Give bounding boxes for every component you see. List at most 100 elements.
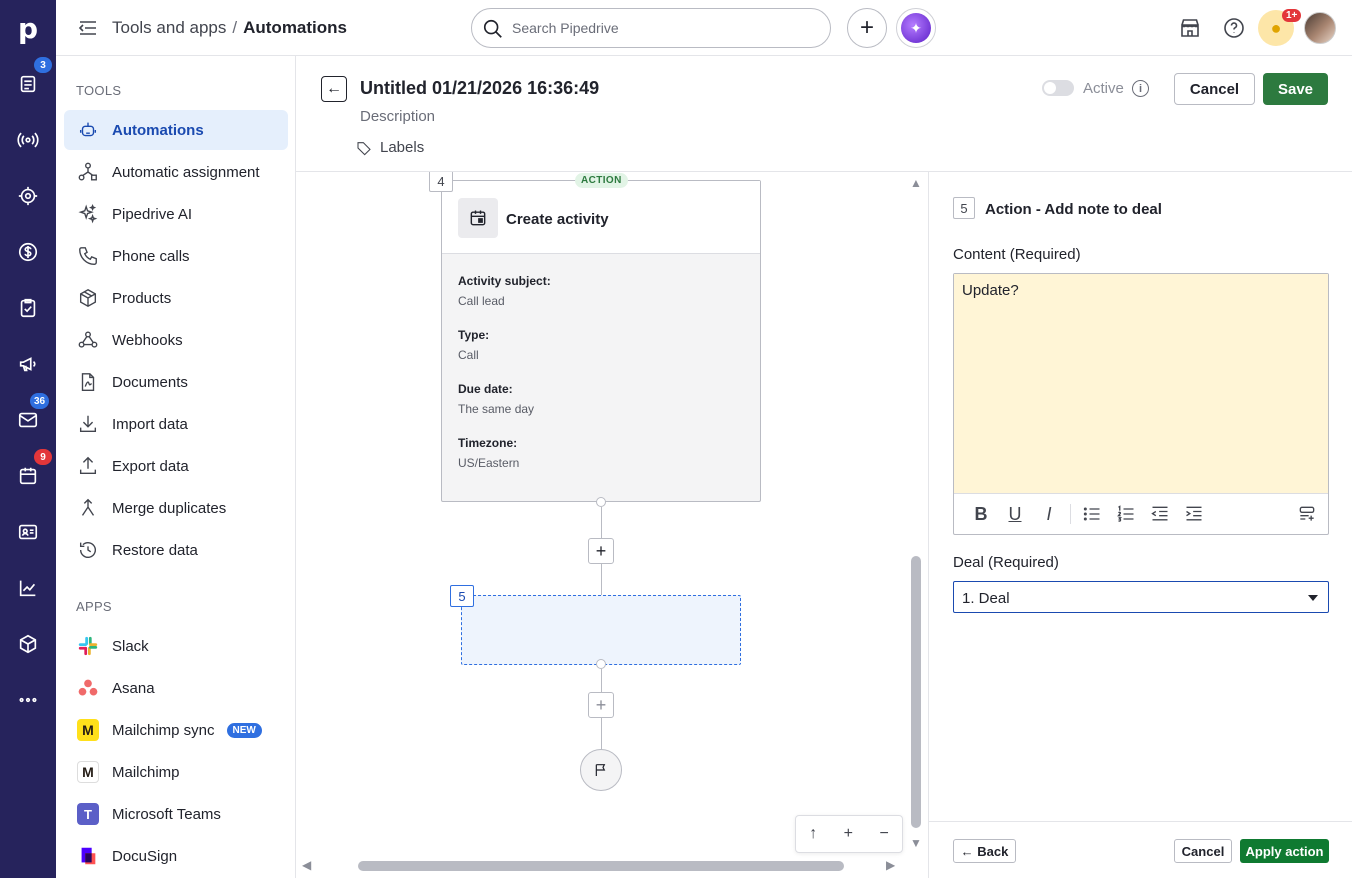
breadcrumb-current: Automations bbox=[243, 18, 347, 37]
megaphone-icon bbox=[19, 357, 36, 372]
sidebar-item-mailchimp[interactable]: M Mailchimp bbox=[64, 752, 288, 792]
sidebar-item-phone-calls[interactable]: Phone calls bbox=[64, 236, 288, 276]
sidebar-item-documents[interactable]: Documents bbox=[64, 362, 288, 402]
sidebar-item-webhooks[interactable]: Webhooks bbox=[64, 320, 288, 360]
mail-nav[interactable] bbox=[0, 400, 56, 440]
sidebar-item-import-data[interactable]: Import data bbox=[64, 404, 288, 444]
save-button[interactable]: Save bbox=[1263, 73, 1328, 105]
sidebar-item-export-data[interactable]: Export data bbox=[64, 446, 288, 486]
sidebar-item-slack[interactable]: Slack bbox=[64, 626, 288, 666]
scroll-thumb[interactable] bbox=[358, 861, 844, 871]
sidebar-item-automations[interactable]: Automations bbox=[64, 110, 288, 150]
connector-line bbox=[601, 718, 602, 750]
panel-cancel-button[interactable]: Cancel bbox=[1174, 839, 1232, 863]
more-nav[interactable] bbox=[0, 680, 56, 720]
workflow-canvas[interactable]: Create activity Activity subject: Call l… bbox=[296, 172, 928, 878]
sidebar-item-automatic-assignment[interactable]: Automatic assignment bbox=[64, 152, 288, 192]
sidebar-item-microsoft-teams[interactable]: T Microsoft Teams bbox=[64, 794, 288, 834]
cancel-button[interactable]: Cancel bbox=[1174, 73, 1255, 105]
active-toggle[interactable] bbox=[1042, 80, 1074, 96]
ai-sparkle-icon: ✦ bbox=[901, 13, 931, 43]
add-step-button[interactable]: + bbox=[588, 692, 614, 718]
connector-dot bbox=[596, 497, 606, 507]
insert-field-button[interactable] bbox=[1290, 499, 1324, 529]
back-button[interactable]: ← bbox=[321, 76, 347, 102]
sidebar-item-restore-data[interactable]: Restore data bbox=[64, 530, 288, 570]
info-icon[interactable]: i bbox=[1132, 80, 1149, 97]
sidebar-item-merge-duplicates[interactable]: Merge duplicates bbox=[64, 488, 288, 528]
sidebar-item-pipedrive-ai[interactable]: Pipedrive AI bbox=[64, 194, 288, 234]
bold-button[interactable]: B bbox=[964, 499, 998, 529]
sidebar-item-products[interactable]: Products bbox=[64, 278, 288, 318]
focus-nav[interactable] bbox=[0, 176, 56, 216]
numbered-list-icon bbox=[1117, 505, 1134, 522]
campaigns-live-nav[interactable] bbox=[0, 120, 56, 160]
field-value: Call bbox=[458, 348, 479, 362]
pipedrive-logo[interactable]: p bbox=[0, 0, 56, 56]
insights-nav[interactable] bbox=[0, 568, 56, 608]
campaigns-nav[interactable] bbox=[0, 344, 56, 384]
bullet-list-button[interactable] bbox=[1075, 499, 1109, 529]
user-avatar[interactable] bbox=[1304, 12, 1336, 44]
automation-title[interactable]: Untitled 01/21/2026 16:36:49 bbox=[360, 78, 599, 99]
deals-nav[interactable] bbox=[0, 232, 56, 272]
step-placeholder-5[interactable] bbox=[461, 595, 741, 665]
scroll-right-icon[interactable]: ▶ bbox=[886, 858, 895, 872]
outdent-button[interactable] bbox=[1143, 499, 1177, 529]
search-input[interactable]: Search Pipedrive bbox=[471, 8, 831, 48]
indent-button[interactable] bbox=[1177, 499, 1211, 529]
collapse-menu-icon[interactable] bbox=[78, 18, 98, 38]
content-textarea[interactable]: Update? bbox=[954, 274, 1328, 494]
bold-icon: B bbox=[974, 503, 988, 524]
ai-assistant-button[interactable]: ✦ bbox=[896, 8, 936, 48]
labels-button[interactable]: Labels bbox=[356, 139, 424, 156]
sidebar-item-mailchimp-sync[interactable]: M Mailchimp sync NEW bbox=[64, 710, 288, 750]
help-button[interactable] bbox=[1222, 16, 1246, 40]
export-icon bbox=[76, 454, 100, 478]
asana-icon bbox=[76, 676, 100, 700]
numbered-list-button[interactable] bbox=[1109, 499, 1143, 529]
bullet-list-icon bbox=[1083, 507, 1100, 521]
action-tag: ACTION bbox=[575, 173, 628, 188]
caret-down-icon bbox=[1308, 595, 1318, 601]
contacts-nav[interactable] bbox=[0, 512, 56, 552]
zoom-out-button[interactable]: − bbox=[879, 825, 888, 843]
zoom-in-button[interactable]: + bbox=[844, 825, 853, 843]
indent-icon bbox=[1186, 506, 1202, 521]
quick-add-button[interactable]: + bbox=[847, 8, 887, 48]
content-editor[interactable]: Update? B U I bbox=[953, 273, 1329, 535]
products-nav[interactable] bbox=[0, 624, 56, 664]
canvas-horizontal-scrollbar[interactable]: ◀ ▶ bbox=[302, 858, 902, 874]
tasks-nav[interactable] bbox=[0, 288, 56, 328]
scroll-up-icon[interactable]: ▲ bbox=[910, 176, 922, 190]
reset-view-button[interactable]: ↑ bbox=[809, 825, 817, 843]
canvas-vertical-scrollbar[interactable]: ▲ ▼ bbox=[908, 172, 924, 862]
step-card-title: Create activity bbox=[506, 211, 609, 228]
sidebar-item-asana[interactable]: Asana bbox=[64, 668, 288, 708]
sidebar-item-label: Asana bbox=[112, 679, 155, 697]
connector-dot bbox=[596, 659, 606, 669]
breadcrumb: Tools and apps / Automations bbox=[112, 18, 347, 38]
apply-action-button[interactable]: Apply action bbox=[1240, 839, 1329, 863]
scroll-thumb[interactable] bbox=[911, 556, 921, 828]
scroll-left-icon[interactable]: ◀ bbox=[302, 858, 311, 872]
panel-back-button[interactable]: ← Back bbox=[953, 839, 1016, 863]
step-card-create-activity[interactable]: Create activity Activity subject: Call l… bbox=[441, 180, 761, 502]
underline-button[interactable]: U bbox=[998, 499, 1032, 529]
top-bar: Tools and apps / Automations Search Pipedr… bbox=[56, 0, 1352, 56]
marketplace-button[interactable] bbox=[1178, 16, 1202, 40]
italic-button[interactable]: I bbox=[1032, 499, 1066, 529]
breadcrumb-parent[interactable]: Tools and apps bbox=[112, 18, 226, 37]
add-step-button[interactable]: + bbox=[588, 538, 614, 564]
help-icon bbox=[1224, 18, 1244, 38]
field-label: Timezone: bbox=[458, 436, 518, 450]
sidebar-item-label: Mailchimp sync bbox=[112, 721, 215, 739]
active-label: Active bbox=[1083, 80, 1124, 97]
tools-sidebar: TOOLS Automations Automatic assignment P… bbox=[56, 56, 296, 878]
sidebar-item-docusign[interactable]: DocuSign bbox=[64, 836, 288, 876]
field-value: The same day bbox=[458, 402, 535, 416]
deal-select[interactable]: 1. Deal bbox=[953, 581, 1329, 613]
scroll-down-icon[interactable]: ▼ bbox=[910, 836, 922, 850]
description-field[interactable]: Description bbox=[360, 108, 435, 125]
zoom-controls: ↑ + − bbox=[795, 815, 903, 853]
